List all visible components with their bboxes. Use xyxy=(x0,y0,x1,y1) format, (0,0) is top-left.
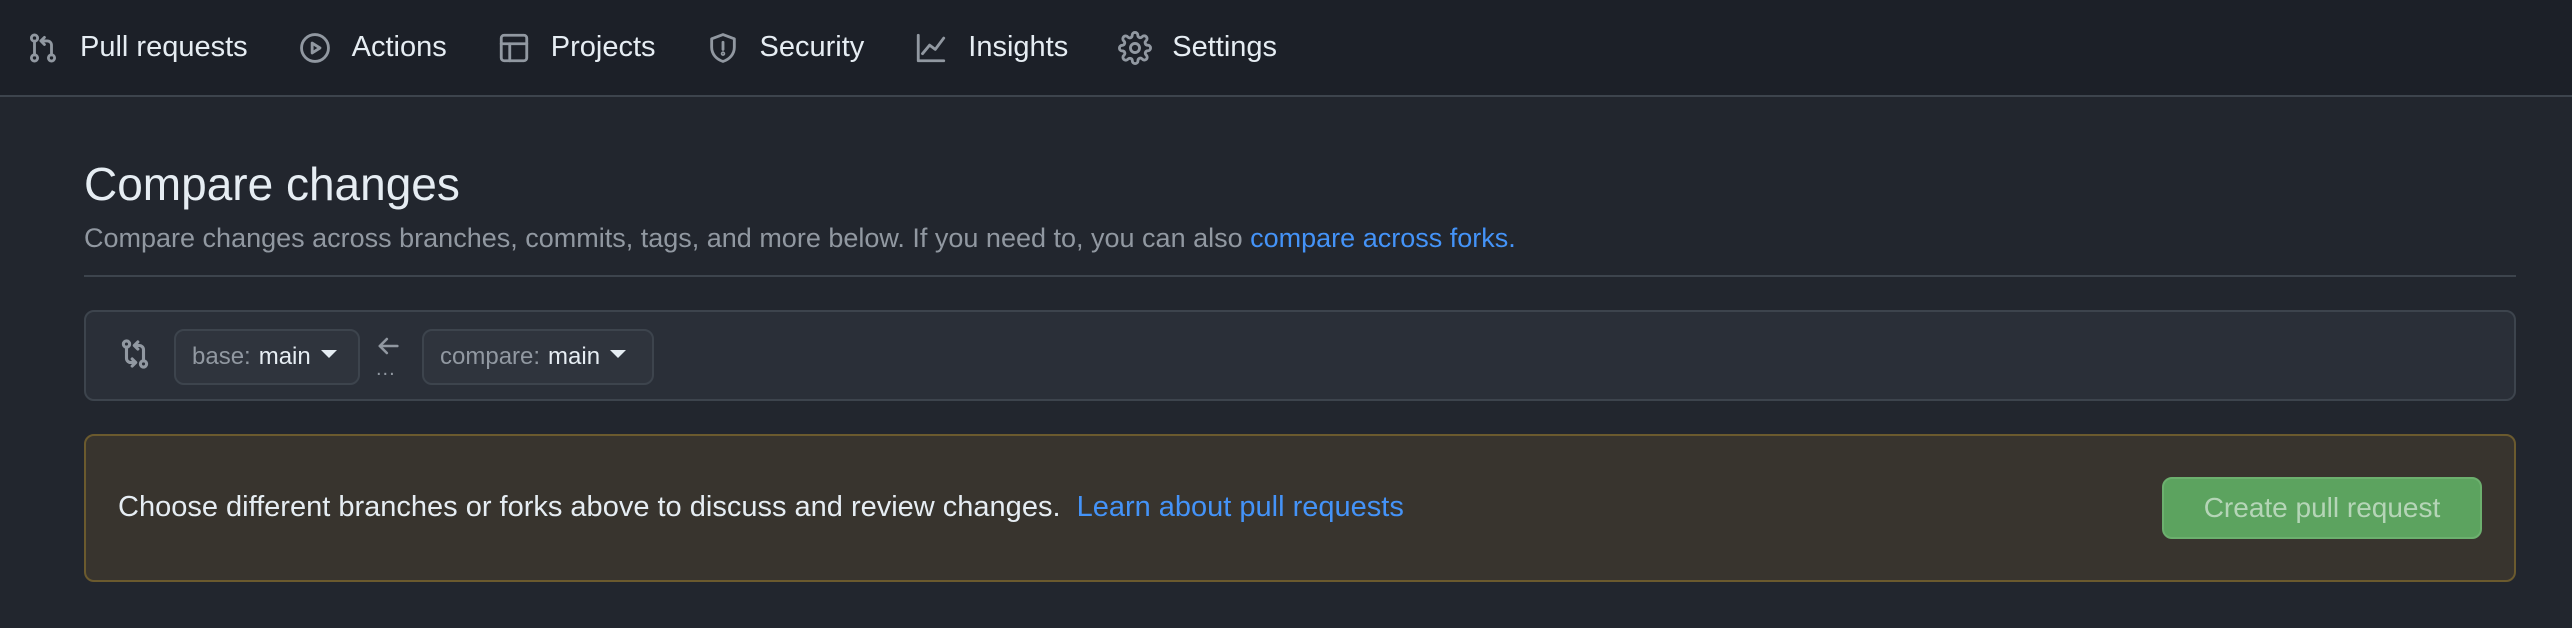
base-value: main xyxy=(258,343,311,370)
compare-label: compare: xyxy=(440,343,541,370)
range-dots: ... xyxy=(376,358,396,380)
shield-icon xyxy=(709,32,736,63)
branch-range-editor: base: main ... compare: main xyxy=(84,310,2516,401)
chevron-down-icon xyxy=(320,350,337,358)
play-icon xyxy=(299,32,330,63)
gear-icon xyxy=(1118,30,1153,65)
range-separator: ... xyxy=(374,332,402,382)
nav-item-projects[interactable]: Projects xyxy=(497,18,680,78)
arrow-left-icon xyxy=(378,337,399,355)
subtitle-text: Compare changes across branches, commits… xyxy=(84,223,1243,253)
nav-item-label: Projects xyxy=(550,31,656,63)
base-label: base: xyxy=(192,343,251,370)
page-title: Compare changes xyxy=(84,158,460,210)
compare-value: main xyxy=(548,343,601,370)
nav-item-label: Pull requests xyxy=(80,31,248,63)
compare-branch-selector[interactable]: compare: main xyxy=(422,329,654,385)
page-subtitle: Compare changes across branches, commits… xyxy=(84,223,1516,254)
compare-across-forks-link[interactable]: compare across forks. xyxy=(1250,223,1516,253)
nav-item-label: Insights xyxy=(968,31,1069,63)
create-pull-request-button[interactable]: Create pull request xyxy=(2162,477,2482,539)
nav-item-label: Actions xyxy=(351,31,447,63)
nav-item-insights[interactable]: Insights xyxy=(914,18,1092,78)
notice-text: Choose different branches or forks above… xyxy=(118,491,1061,523)
nav-item-settings[interactable]: Settings xyxy=(1118,18,1301,78)
notice-message: Choose different branches or forks above… xyxy=(118,491,1404,524)
git-compare-icon xyxy=(118,337,152,371)
compare-notice: Choose different branches or forks above… xyxy=(84,434,2516,582)
git-pull-request-icon xyxy=(29,33,57,62)
nav-item-actions[interactable]: Actions xyxy=(298,18,471,78)
base-branch-selector[interactable]: base: main xyxy=(174,329,360,385)
nav-item-pull-requests[interactable]: Pull requests xyxy=(26,18,272,78)
divider xyxy=(84,275,2516,277)
nav-item-label: Settings xyxy=(1172,31,1278,63)
table-icon xyxy=(499,33,528,62)
graph-icon xyxy=(917,33,946,62)
nav-item-security[interactable]: Security xyxy=(706,18,889,78)
repo-nav: Pull requests Actions Projects Security … xyxy=(0,0,2572,97)
chevron-down-icon xyxy=(610,350,627,358)
learn-about-pull-requests-link[interactable]: Learn about pull requests xyxy=(1077,491,1404,523)
nav-item-label: Security xyxy=(759,31,865,63)
